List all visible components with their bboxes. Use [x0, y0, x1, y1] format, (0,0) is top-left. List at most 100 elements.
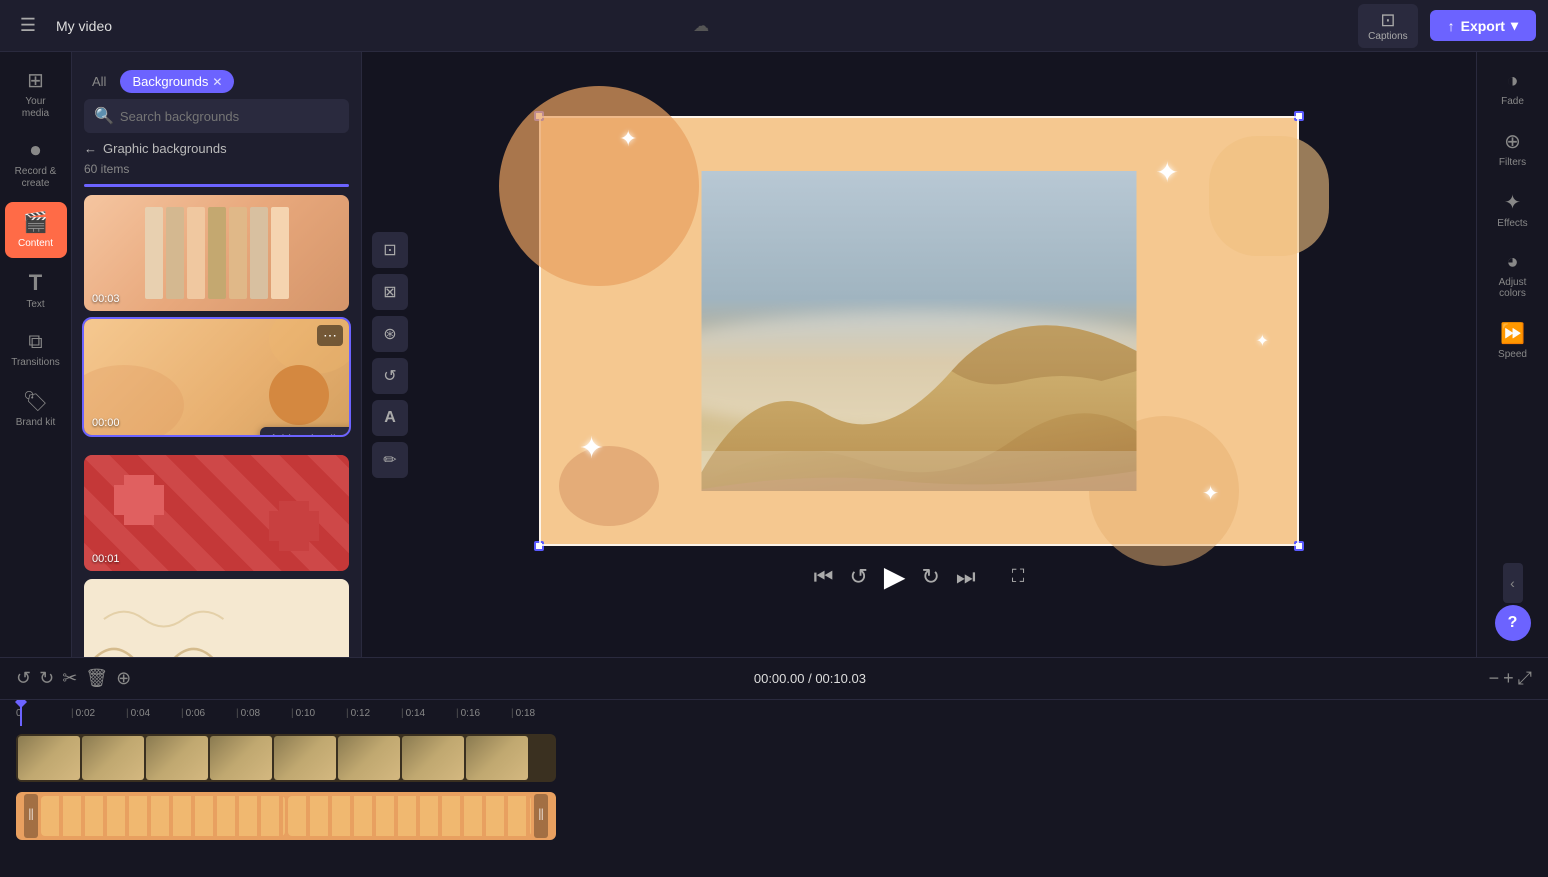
- right-tool-filters[interactable]: ⊕ Filters: [1482, 119, 1544, 178]
- playback-controls: ⏮ ↺ ▶ ↻ ⏭ ⛶: [814, 560, 1025, 593]
- play-button[interactable]: ▶: [884, 560, 906, 593]
- skip-back-button[interactable]: ⏮: [814, 564, 834, 590]
- expand-button[interactable]: ⤢: [1518, 668, 1532, 689]
- right-tool-effects[interactable]: ✦ Effects: [1482, 180, 1544, 239]
- text-icon: T: [29, 270, 42, 296]
- left-sidebar: ⊞ Your media ⏺ Record &create 🎬 Content …: [0, 52, 72, 657]
- forward-button[interactable]: ↻: [921, 564, 939, 590]
- fade-label: Fade: [1501, 96, 1524, 107]
- cut-button[interactable]: ✂: [62, 668, 77, 689]
- export-icon: ↑: [1448, 18, 1455, 34]
- timeline-toolbar: ↺ ↻ ✂ 🗑 ⊕ 00:00.00 / 00:10.03 − + ⤢: [0, 658, 1548, 700]
- draw-tool-button[interactable]: ✏: [372, 442, 408, 478]
- menu-button[interactable]: ☰: [12, 10, 44, 42]
- media-card-2[interactable]: 00:00 ⋯ Add to timeline: [84, 319, 349, 435]
- right-tool-speed[interactable]: ⏩ Speed: [1482, 311, 1544, 370]
- sparkle-1: ✦: [619, 126, 637, 152]
- back-link[interactable]: ← Graphic backgrounds: [72, 141, 361, 162]
- current-time: 00:00.00: [754, 671, 805, 686]
- redo-button[interactable]: ↻: [39, 668, 54, 689]
- clip-thumb-8: [466, 736, 528, 780]
- resize-tool-button[interactable]: ⊛: [372, 316, 408, 352]
- media-card-1[interactable]: 00:03: [84, 195, 349, 311]
- crop-tool-button[interactable]: ⊡: [372, 232, 408, 268]
- tick-12: |0:12: [346, 708, 401, 719]
- sidebar-item-content[interactable]: 🎬 Content: [5, 202, 67, 258]
- zoom-in-button[interactable]: +: [1503, 668, 1514, 689]
- fullscreen-button[interactable]: ⛶: [1012, 566, 1025, 587]
- more-options-button[interactable]: ⋯: [317, 325, 343, 346]
- canvas-tools: ⊡ ⊠ ⊛ ↺ A ✏: [372, 232, 408, 478]
- sidebar-item-transitions[interactable]: ⧉ Transitions: [5, 323, 67, 377]
- right-tool-fade[interactable]: ◑ Fade: [1482, 60, 1544, 117]
- skip-forward-button[interactable]: ⏭: [956, 564, 976, 590]
- desert-svg: [702, 171, 1137, 491]
- card-duration-2: 00:00: [92, 417, 120, 429]
- sidebar-item-brand-kit[interactable]: 🏷 Brand kit: [5, 381, 67, 437]
- your-media-icon: ⊞: [27, 68, 44, 93]
- background-clip-pattern: [41, 796, 285, 836]
- media-card-3[interactable]: 00:01: [84, 455, 349, 571]
- export-label: Export: [1461, 18, 1505, 34]
- clip-thumb-1: [18, 736, 80, 780]
- transform-tool-button[interactable]: ⊠: [372, 274, 408, 310]
- tab-close-icon[interactable]: ✕: [212, 75, 222, 89]
- rotate-tool-button[interactable]: ↺: [372, 358, 408, 394]
- timeline-ruler: 0 |0:02 |0:04 |0:06 |0:08 |0:10 |0:12 |0…: [16, 700, 1548, 726]
- clip-thumb-4: [210, 736, 272, 780]
- clip-handle-right[interactable]: ‖: [534, 794, 548, 838]
- captions-icon: ⊡: [1380, 10, 1395, 31]
- sparkle-3: ✦: [579, 431, 604, 466]
- effects-icon: ✦: [1504, 190, 1521, 215]
- search-box[interactable]: 🔍: [84, 99, 349, 133]
- rewind-button[interactable]: ↺: [849, 564, 867, 590]
- search-icon: 🔍: [94, 106, 114, 126]
- back-label: Graphic backgrounds: [103, 141, 227, 156]
- background-clip[interactable]: ‖ ‖: [16, 792, 556, 840]
- media-card-4[interactable]: 00:01: [84, 579, 349, 657]
- help-button[interactable]: ?: [1495, 605, 1531, 641]
- tick-10: |0:10: [291, 708, 346, 719]
- card-duration-3: 00:01: [92, 553, 120, 565]
- card-duration-1: 00:03: [92, 293, 120, 305]
- active-indicator: [84, 184, 349, 187]
- video-clip[interactable]: [16, 734, 556, 782]
- selection-handle-bl[interactable]: [534, 541, 544, 551]
- record-icon: ⏺: [31, 140, 41, 163]
- undo-button[interactable]: ↺: [16, 668, 31, 689]
- selection-handle-br[interactable]: [1294, 541, 1304, 551]
- clip-handle-left[interactable]: ‖: [24, 794, 38, 838]
- collapse-sidebar-button[interactable]: ‹: [1503, 563, 1523, 603]
- export-button[interactable]: ↑ Export ▾: [1430, 10, 1536, 41]
- tick-14: |0:14: [401, 708, 456, 719]
- clip-thumb-2: [82, 736, 144, 780]
- tab-all[interactable]: All: [84, 70, 114, 93]
- tick-08: |0:08: [236, 708, 291, 719]
- panel-header: All Backgrounds ✕: [72, 52, 361, 99]
- content-label: Content: [18, 238, 53, 250]
- tick-06: |0:06: [181, 708, 236, 719]
- speed-icon: ⏩: [1500, 321, 1525, 346]
- bg-shape-2: [559, 446, 659, 526]
- adjust-colors-icon: ◕: [1506, 251, 1518, 274]
- playhead-line: [20, 700, 22, 726]
- brand-kit-label: Brand kit: [16, 417, 55, 429]
- search-input[interactable]: [120, 109, 339, 124]
- zoom-controls: − + ⤢: [1489, 668, 1532, 689]
- delete-button[interactable]: 🗑: [85, 668, 108, 689]
- background-track: ‖ ‖: [16, 790, 1548, 842]
- captions-button[interactable]: ⊡ Captions: [1358, 4, 1417, 48]
- selection-handle-tr[interactable]: [1294, 111, 1304, 121]
- tab-backgrounds[interactable]: Backgrounds ✕: [120, 70, 234, 93]
- add-media-button[interactable]: ⊕: [116, 668, 131, 689]
- right-tool-adjust-colors[interactable]: ◕ Adjust colors: [1482, 241, 1544, 309]
- tick-04: |0:04: [126, 708, 181, 719]
- sidebar-item-your-media[interactable]: ⊞ Your media: [5, 60, 67, 128]
- zoom-out-button[interactable]: −: [1489, 668, 1500, 689]
- sidebar-item-text[interactable]: T Text: [5, 262, 67, 319]
- text-tool-button[interactable]: A: [372, 400, 408, 436]
- sidebar-item-record-create[interactable]: ⏺ Record &create: [5, 132, 67, 198]
- filters-icon: ⊕: [1504, 129, 1521, 154]
- hamburger-icon: ☰: [20, 15, 36, 36]
- video-preview[interactable]: ✦ ✦ ✦ ✦ ✦: [539, 116, 1299, 546]
